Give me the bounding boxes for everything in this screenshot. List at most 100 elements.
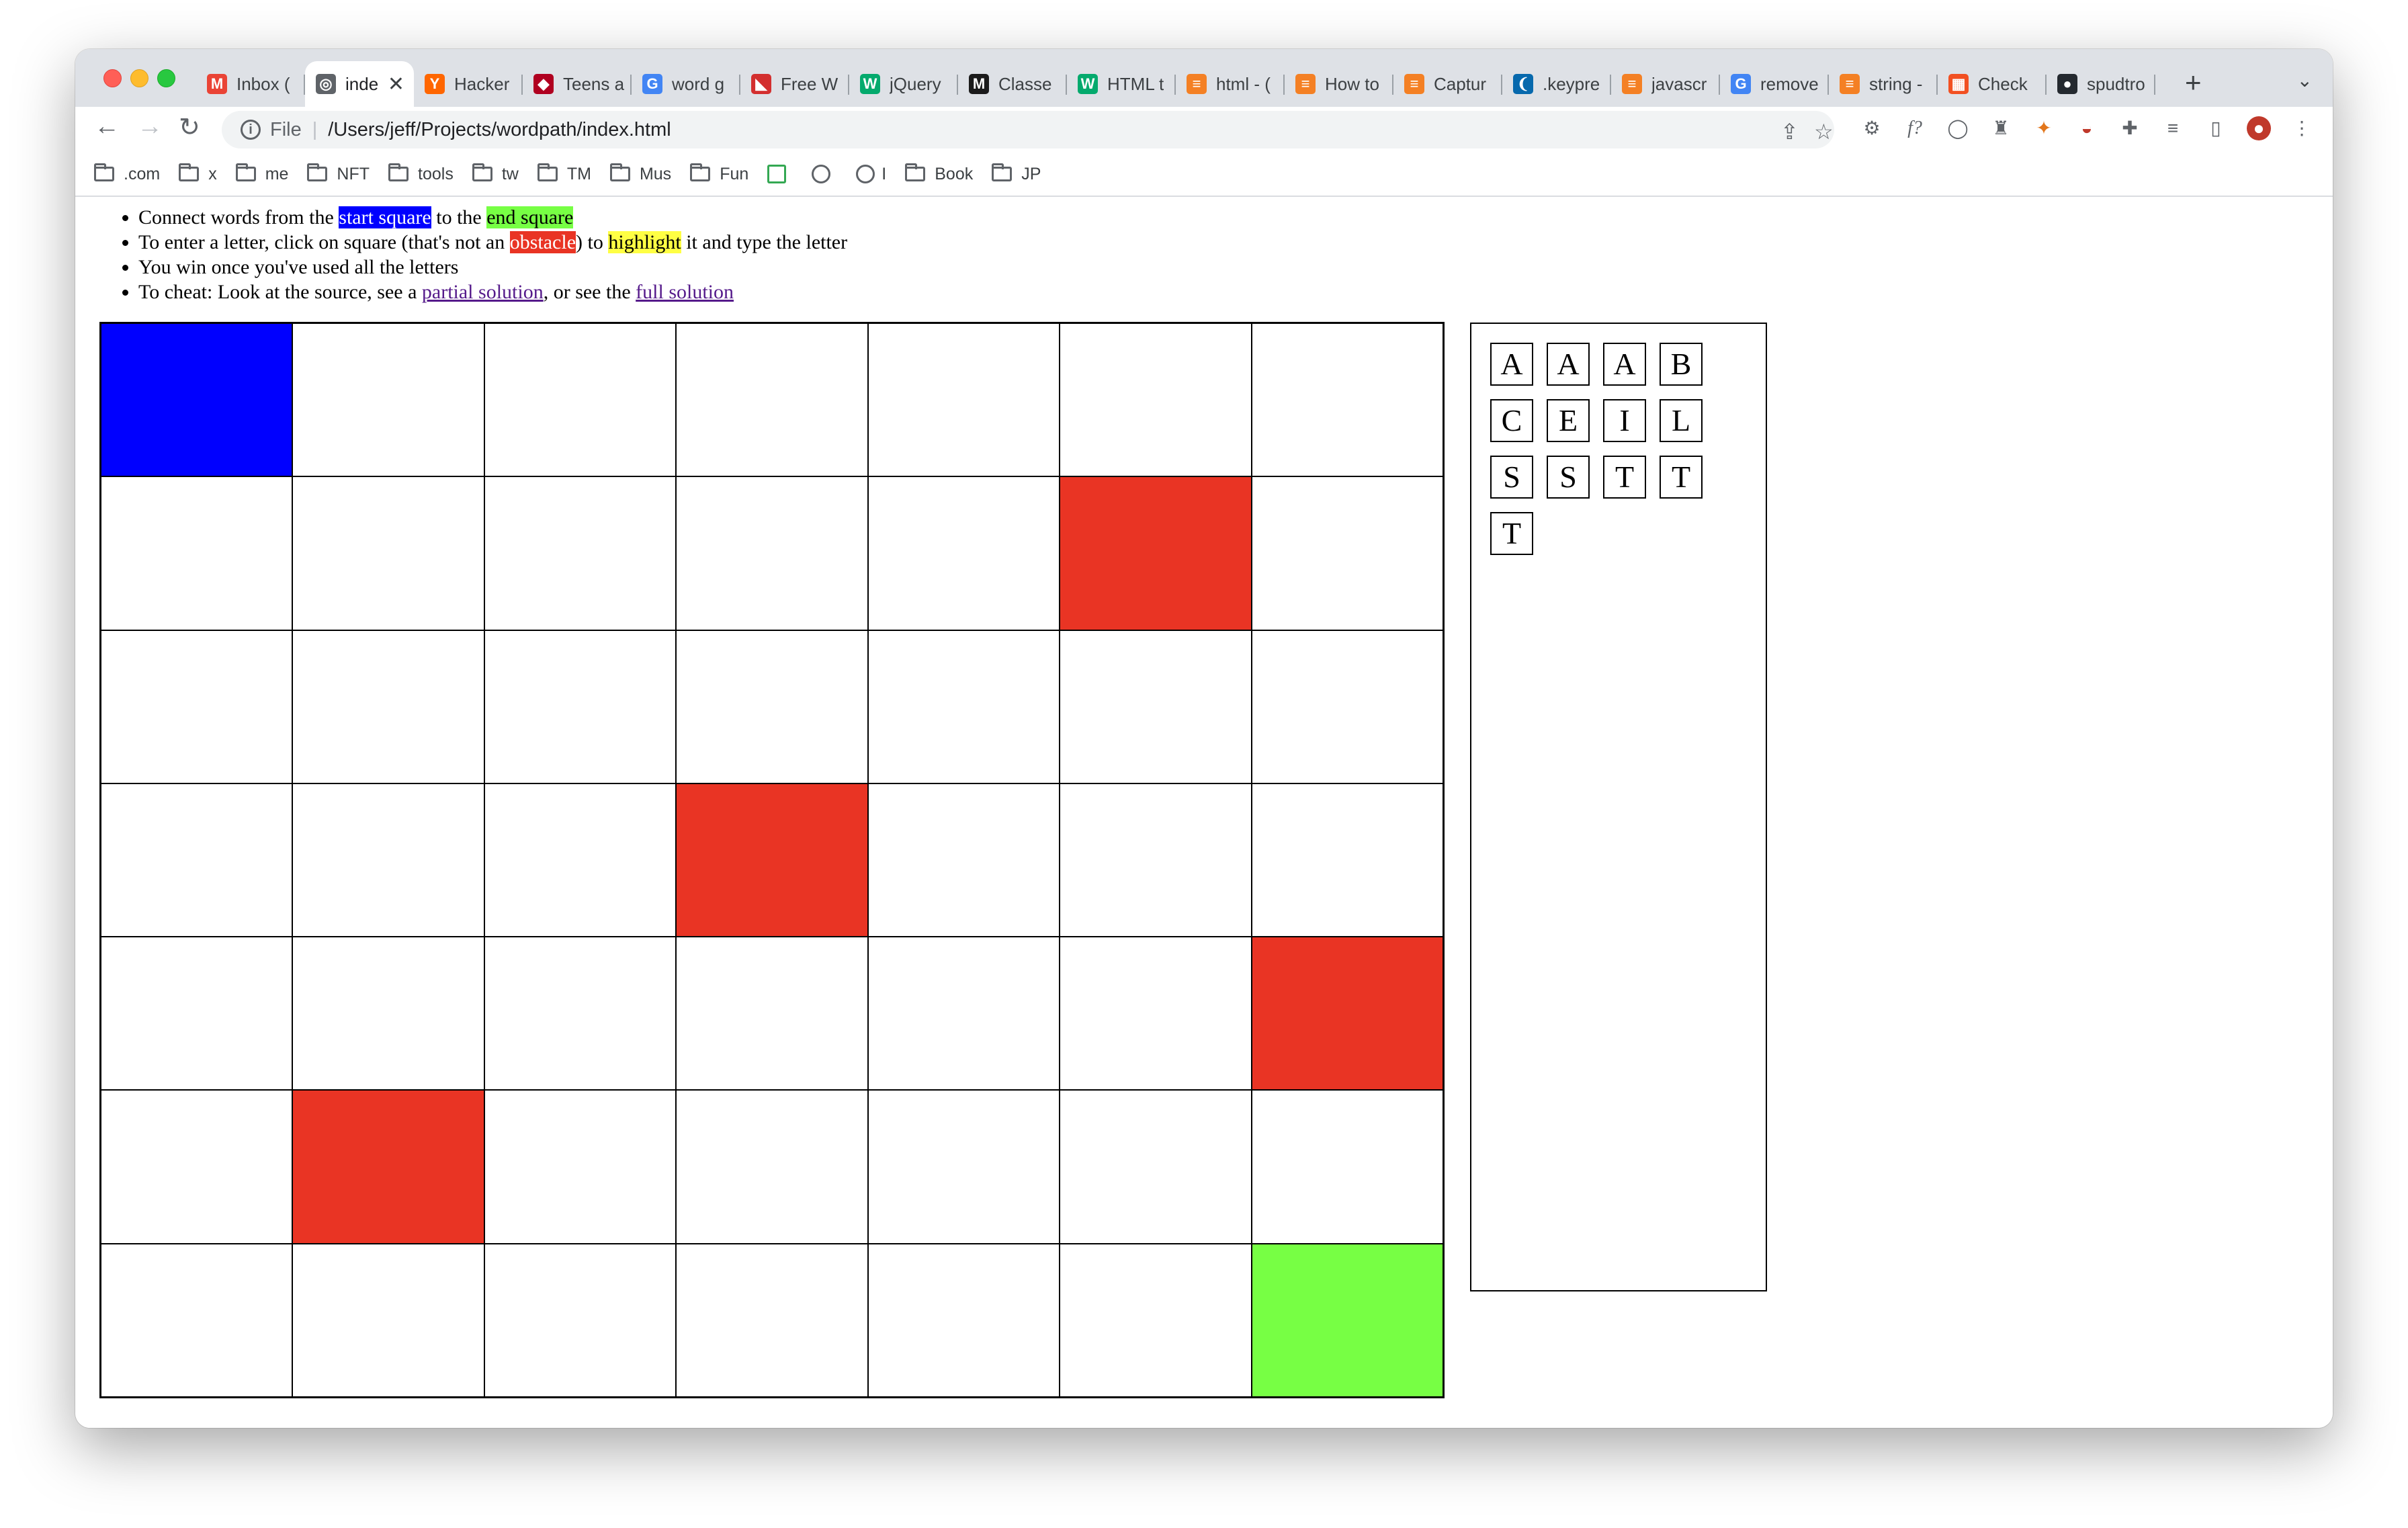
board-cell[interactable] xyxy=(867,783,1060,937)
board-cell[interactable] xyxy=(101,783,293,937)
bookmark-item[interactable]: x xyxy=(179,163,217,184)
bookmark-item[interactable]: TM xyxy=(537,163,591,184)
board-cell[interactable] xyxy=(292,476,484,630)
board-cell[interactable] xyxy=(101,476,293,630)
start-square[interactable] xyxy=(101,323,293,477)
board-cell[interactable] xyxy=(1251,323,1443,477)
bookmark-item[interactable]: Book xyxy=(905,163,973,184)
browser-menu-icon[interactable]: ⋮ xyxy=(2290,116,2314,140)
address-bar[interactable]: i File | /Users/jeff/Projects/wordpath/i… xyxy=(222,111,1834,148)
new-tab-button[interactable]: + xyxy=(2185,67,2202,99)
board-cell[interactable] xyxy=(292,1243,484,1397)
board-cell[interactable] xyxy=(867,1090,1060,1244)
board-cell[interactable] xyxy=(1060,937,1252,1091)
browser-tab[interactable]: ≡ string - xyxy=(1829,61,1938,107)
board-cell[interactable] xyxy=(867,937,1060,1091)
url-text[interactable]: /Users/jeff/Projects/wordpath/index.html xyxy=(328,119,671,141)
board-cell[interactable] xyxy=(484,476,677,630)
board-cell[interactable] xyxy=(484,630,677,783)
side-panel-icon[interactable]: ▯ xyxy=(2204,116,2228,140)
board-cell[interactable] xyxy=(101,630,293,783)
board-cell[interactable] xyxy=(1251,476,1443,630)
browser-tab[interactable]: Gword g xyxy=(632,61,740,107)
board-cell[interactable] xyxy=(101,1090,293,1244)
board-cell[interactable] xyxy=(1060,323,1252,477)
browser-tab[interactable]: ≡ html - ( xyxy=(1176,61,1285,107)
browser-tab[interactable]: ▦ Check xyxy=(1938,61,2047,107)
bookmark-item[interactable]: Mus xyxy=(609,163,671,184)
browser-tab[interactable]: Gremove xyxy=(1720,61,1829,107)
browser-tab[interactable]: ◎ inde ✕ xyxy=(305,61,414,107)
board-cell[interactable] xyxy=(676,323,868,477)
board-cell[interactable] xyxy=(1251,1090,1443,1244)
browser-tab[interactable]: WjQuery xyxy=(849,61,958,107)
bookmark-item[interactable]: me xyxy=(235,163,288,184)
board-cell[interactable] xyxy=(676,1243,868,1397)
board-cell[interactable] xyxy=(484,783,677,937)
board-cell[interactable] xyxy=(484,937,677,1091)
board-cell[interactable] xyxy=(1060,630,1252,783)
bookmark-item[interactable]: Fun xyxy=(690,163,748,184)
partial-solution-link[interactable]: partial solution xyxy=(422,281,544,303)
bookmark-item[interactable] xyxy=(767,165,793,183)
bookmark-item[interactable] xyxy=(812,165,837,183)
reading-list-icon[interactable]: ≡ xyxy=(2161,116,2185,140)
board-cell[interactable] xyxy=(101,937,293,1091)
profile-avatar[interactable]: ● xyxy=(2247,116,2271,140)
close-window-button[interactable] xyxy=(103,69,122,87)
board-cell[interactable] xyxy=(1060,783,1252,937)
board-cell[interactable] xyxy=(867,1243,1060,1397)
bookmark-item[interactable]: NFT xyxy=(307,163,370,184)
browser-tab[interactable]: ≡ How to xyxy=(1285,61,1393,107)
board-cell[interactable] xyxy=(867,630,1060,783)
full-solution-link[interactable]: full solution xyxy=(636,281,734,303)
bookmark-item[interactable]: .com xyxy=(94,163,160,184)
reload-icon[interactable]: ↻ xyxy=(179,112,200,142)
board-cell[interactable] xyxy=(676,476,868,630)
board-cell[interactable] xyxy=(292,937,484,1091)
board-cell[interactable] xyxy=(484,1090,677,1244)
browser-tab[interactable]: ≡ javascr xyxy=(1611,61,1720,107)
extensions-puzzle-icon[interactable]: ✚ xyxy=(2118,116,2142,140)
board-cell[interactable] xyxy=(1251,630,1443,783)
forward-arrow-icon[interactable]: → xyxy=(137,112,163,141)
browser-tab[interactable]: M Inbox ( xyxy=(196,61,305,107)
board-cell[interactable] xyxy=(1060,1090,1252,1244)
site-info-icon[interactable]: i xyxy=(241,120,261,140)
share-icon[interactable]: ⇪ xyxy=(1780,119,1799,144)
extension-figure-icon[interactable]: ♜ xyxy=(1989,116,2013,140)
bookmark-star-icon[interactable]: ☆ xyxy=(1814,119,1834,144)
board-cell[interactable] xyxy=(484,1243,677,1397)
end-square[interactable] xyxy=(1251,1243,1443,1397)
metamask-icon[interactable]: ✦ xyxy=(2032,116,2056,140)
board-cell[interactable] xyxy=(676,630,868,783)
extension-circle-icon[interactable]: ◯ xyxy=(1946,116,1970,140)
browser-tab[interactable]: ◆ Teens a xyxy=(523,61,632,107)
board-cell[interactable] xyxy=(676,1090,868,1244)
back-arrow-icon[interactable]: ← xyxy=(94,112,120,141)
close-tab-icon[interactable]: ✕ xyxy=(388,73,404,96)
board-cell[interactable] xyxy=(292,783,484,937)
minimize-window-button[interactable] xyxy=(130,69,148,87)
bookmark-item[interactable]: tools xyxy=(388,163,454,184)
board-cell[interactable] xyxy=(676,937,868,1091)
tab-search-icon[interactable]: ⌄ xyxy=(2297,69,2313,91)
browser-tab[interactable]: W HTML t xyxy=(1067,61,1176,107)
browser-tab[interactable]: ❨ .keypre xyxy=(1502,61,1611,107)
extension-function-icon[interactable]: f? xyxy=(1903,116,1927,140)
browser-tab[interactable]: Y Hacker xyxy=(414,61,523,107)
board-cell[interactable] xyxy=(1060,1243,1252,1397)
extension-gear-icon[interactable]: ⚙ xyxy=(1860,116,1884,140)
board-cell[interactable] xyxy=(867,323,1060,477)
board-cell[interactable] xyxy=(292,630,484,783)
browser-tab[interactable]: ● spudtro xyxy=(2047,61,2155,107)
board-cell[interactable] xyxy=(101,1243,293,1397)
bookmark-item[interactable]: I xyxy=(856,165,886,184)
browser-tab[interactable]: ≡ Captur xyxy=(1393,61,1502,107)
board-cell[interactable] xyxy=(292,323,484,477)
board-cell[interactable] xyxy=(867,476,1060,630)
bookmark-item[interactable]: JP xyxy=(992,163,1041,184)
fullscreen-window-button[interactable] xyxy=(157,69,175,87)
extension-bowl-icon[interactable]: ◒ xyxy=(2075,116,2099,140)
board-cell[interactable] xyxy=(484,323,677,477)
